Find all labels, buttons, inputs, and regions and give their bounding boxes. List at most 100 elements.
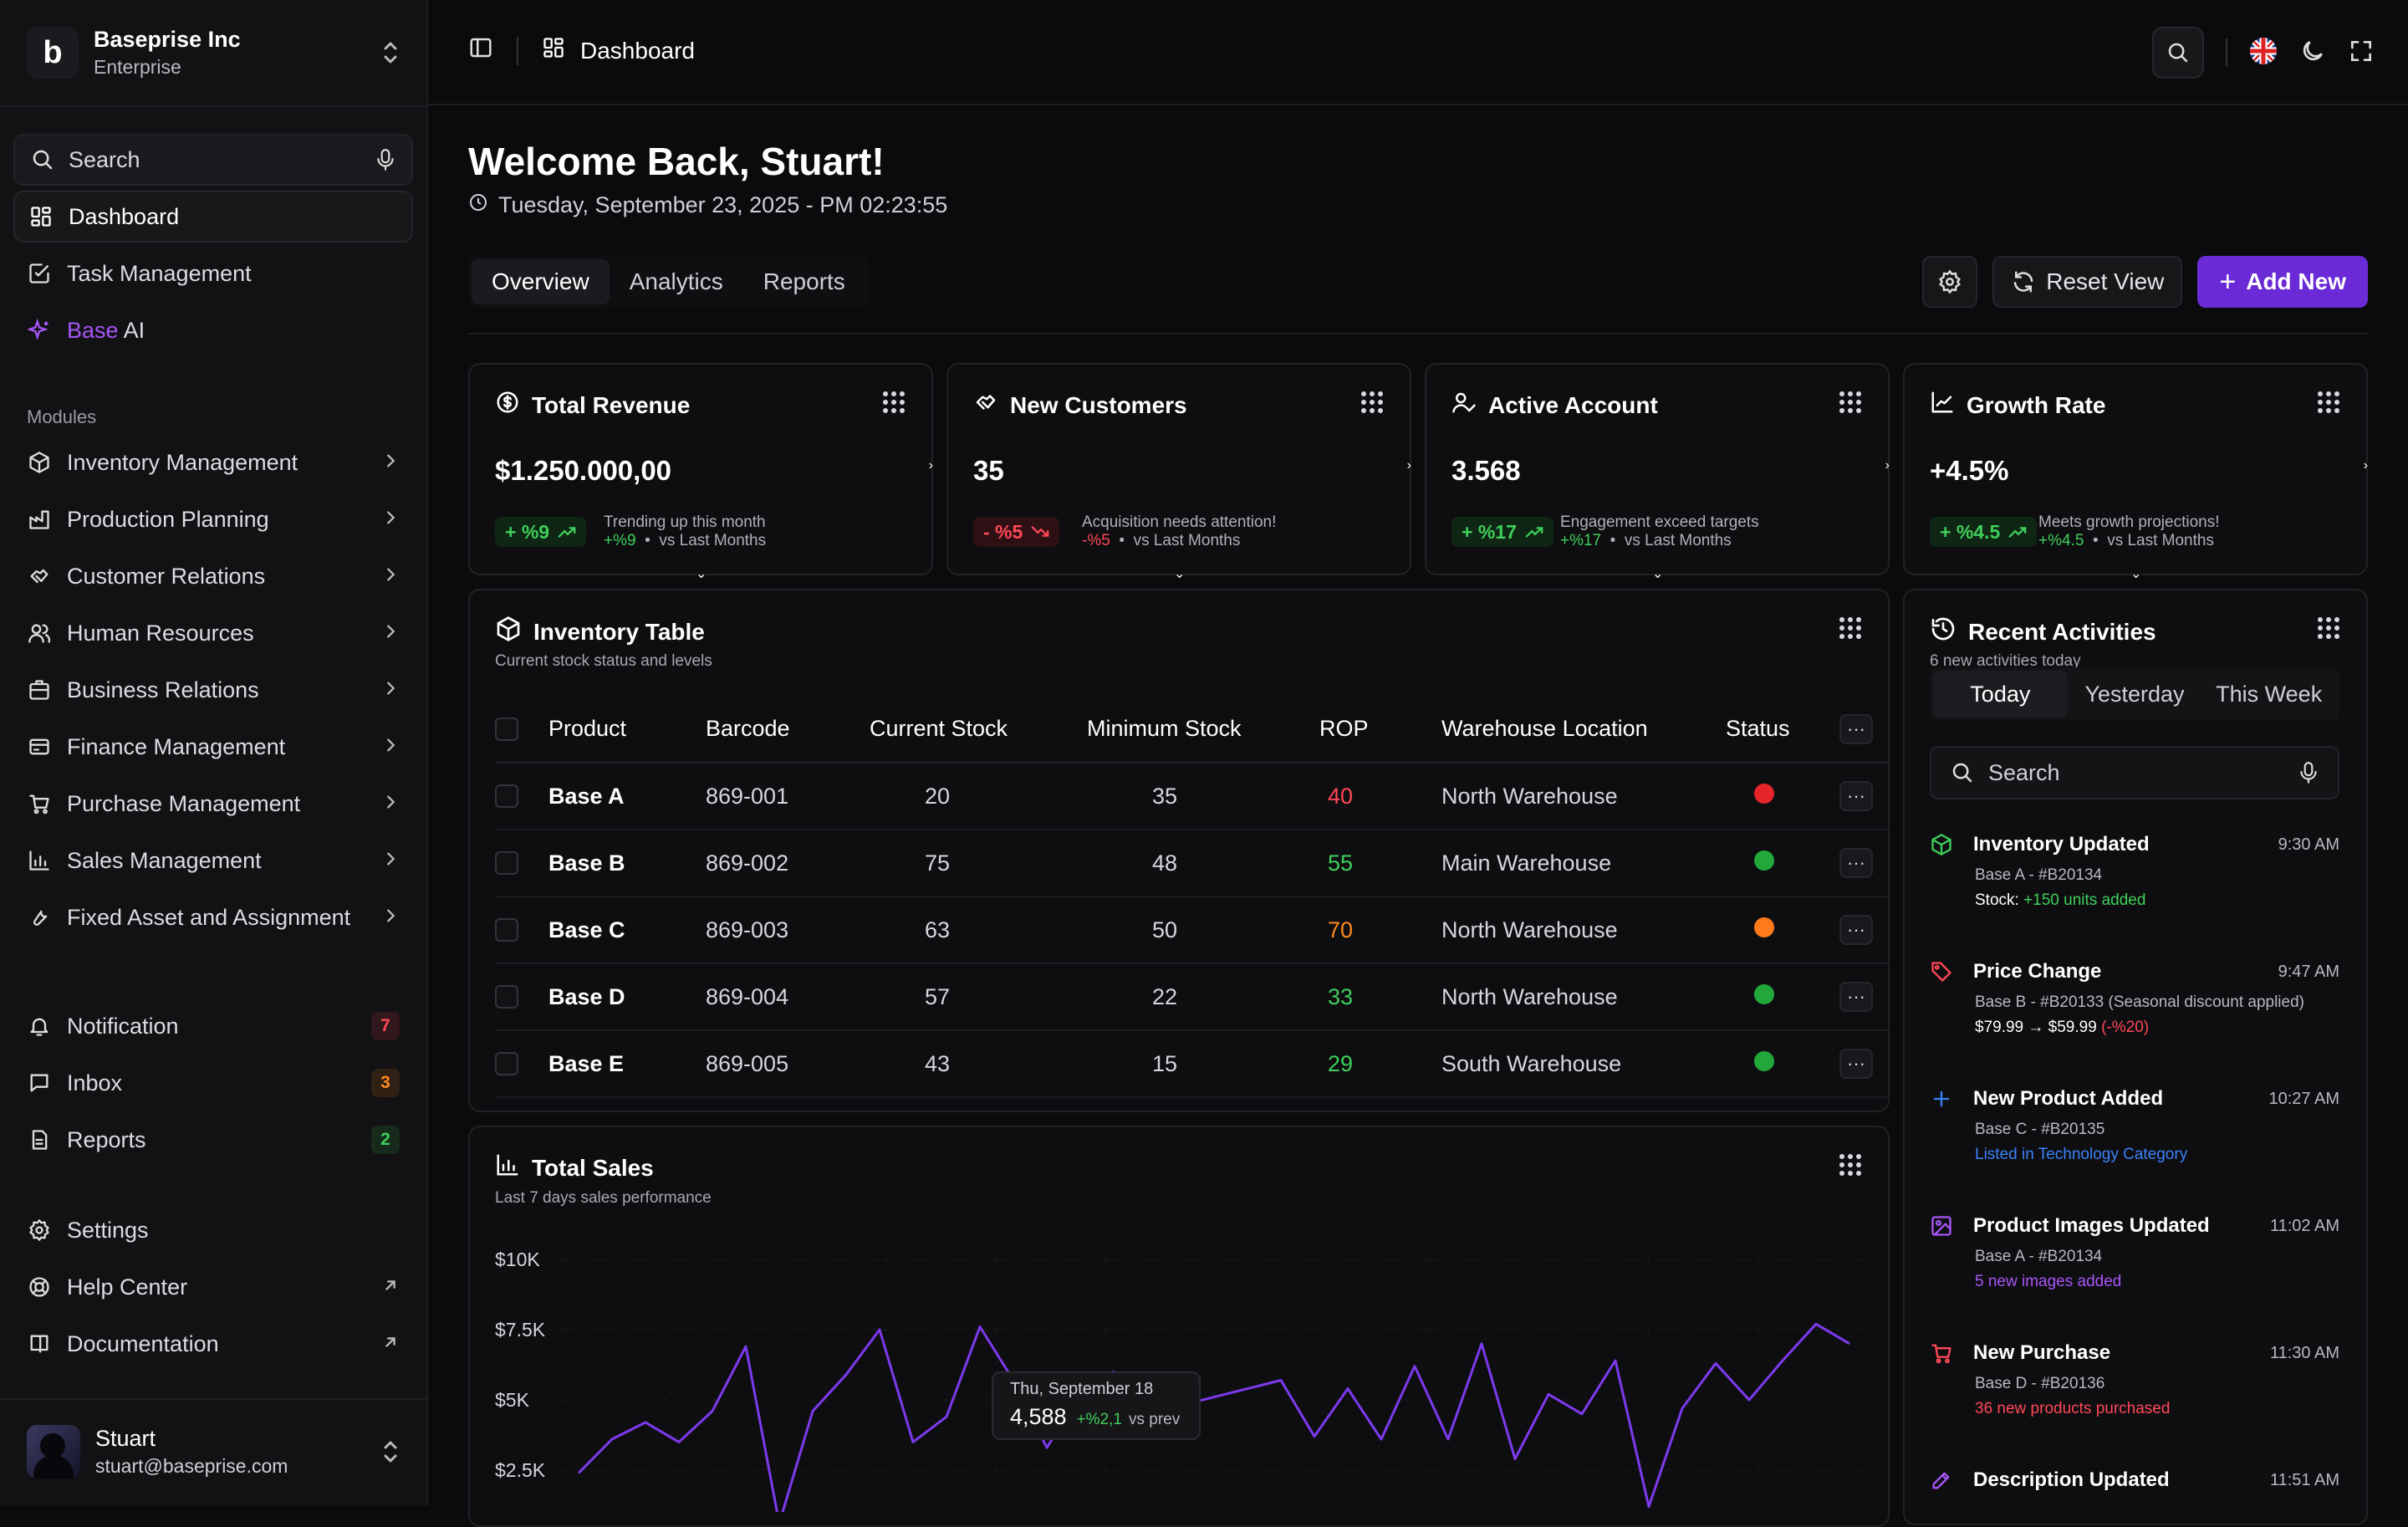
search-button[interactable] [2152,27,2204,79]
sidebar-item-inbox[interactable]: Inbox 3 [13,1057,413,1109]
sidebar-item-finance-management[interactable]: Finance Management [13,721,413,773]
more-icon[interactable]: ··· [1839,982,1873,1012]
sidebar-item-label: Customer Relations [67,563,266,589]
product-cell: Base B [548,830,706,897]
row-checkbox[interactable] [495,851,518,875]
column-header[interactable]: ROP [1319,696,1441,764]
drag-handle-icon[interactable] [1361,391,1383,413]
uk-flag-icon[interactable] [2249,37,2278,69]
breadcrumb-label[interactable]: Dashboard [580,38,695,64]
activities-title: Recent Activities [1968,618,2156,645]
drag-handle-icon[interactable] [1839,391,1861,413]
sidebar-item-customer-relations[interactable]: Customer Relations [13,550,413,602]
status-dot [1754,983,1774,1004]
column-header[interactable]: Product [548,696,706,764]
more-icon[interactable]: ··· [1839,781,1873,811]
sidebar-item-business-relations[interactable]: Business Relations [13,664,413,716]
location-cell: South Warehouse [1441,1030,1726,1098]
drag-handle-icon[interactable] [1839,617,1861,639]
select-all-checkbox[interactable] [495,717,518,741]
tab-yesterday[interactable]: Yesterday [2068,671,2202,718]
more-icon[interactable]: ··· [1839,848,1873,878]
fullscreen-icon[interactable] [2348,38,2375,69]
kpi-card[interactable]: New Customers 35 - %5 Acquisition needs … [946,363,1411,581]
table-row[interactable]: Base C 869-003 63 50 70 North Warehouse … [495,896,1890,964]
table-row[interactable]: Base E 869-005 43 15 29 South Warehouse … [495,1030,1890,1098]
product-cell: Base A [548,763,706,830]
sidebar-toggle-icon[interactable] [468,35,493,66]
sidebar-item-help-center[interactable]: Help Center [13,1261,413,1313]
drag-handle-icon[interactable] [883,391,905,413]
user-menu[interactable]: Stuart stuart@baseprise.com [27,1422,403,1482]
column-header[interactable]: Status [1726,696,1839,764]
moon-icon[interactable] [2299,38,2326,69]
row-checkbox[interactable] [495,784,518,808]
activity-title: Product Images Updated [1973,1214,2210,1237]
column-header[interactable]: Barcode [706,696,870,764]
kpi-delta: + %4.5 [1940,520,2001,543]
row-checkbox[interactable] [495,918,518,942]
org-switcher[interactable]: b Baseprise Inc Enterprise [27,25,403,80]
sidebar-item-settings[interactable]: Settings [13,1204,413,1256]
list-item[interactable]: Inventory Updated 9:30 AM Base A - #B201… [1930,833,2339,910]
sidebar-item-inventory-management[interactable]: Inventory Management [13,437,413,488]
sidebar-item-fixed-asset-and-assignment[interactable]: Fixed Asset and Assignment [13,891,413,943]
more-icon[interactable]: ··· [1839,1049,1873,1079]
grid-icon [542,36,565,65]
more-icon[interactable]: ··· [1839,915,1873,945]
activity-time: 9:30 AM [2278,835,2339,854]
tab-this-week[interactable]: This Week [2201,671,2336,718]
sidebar-item-dashboard[interactable]: Dashboard [13,191,413,243]
sidebar-item-purchase-management[interactable]: Purchase Management [13,778,413,830]
tab-reports[interactable]: Reports [743,259,865,304]
column-header[interactable]: Minimum Stock [1087,696,1319,764]
divider [0,1398,428,1400]
table-row[interactable]: Base A 869-001 20 35 40 North Warehouse … [495,763,1890,830]
row-checkbox[interactable] [495,1052,518,1075]
microphone-icon[interactable] [2298,760,2319,785]
drag-handle-icon[interactable] [2318,391,2339,413]
y-tick-label: $5K [495,1389,530,1411]
column-header[interactable]: Current Stock [870,696,1087,764]
sidebar-item-notification[interactable]: Notification 7 [13,1000,413,1052]
sidebar-item-base-ai[interactable]: Base AI [13,304,413,356]
column-header[interactable]: Warehouse Location [1441,696,1726,764]
add-new-button[interactable]: + Add New [2197,256,2368,308]
reset-view-button[interactable]: Reset View [1992,256,2183,308]
trend-up-icon [558,525,576,539]
list-item[interactable]: Price Change 9:47 AM Base B - #B20133 (S… [1930,960,2339,1037]
tab-analytics[interactable]: Analytics [610,259,743,304]
tab-overview[interactable]: Overview [472,259,610,304]
kpi-card[interactable]: Active Account 3.568 + %17 Engagement ex… [1425,363,1890,581]
table-row[interactable]: Base D 869-004 57 22 33 North Warehouse … [495,963,1890,1031]
kpi-delta-badge: + %4.5 [1930,517,2038,547]
sidebar-item-task-management[interactable]: Task Management [13,248,413,299]
kpi-card[interactable]: Total Revenue $1.250.000,00 + %9 Trendin… [468,363,933,581]
settings-button[interactable] [1922,256,1978,308]
list-item[interactable]: New Product Added 10:27 AM Base C - #B20… [1930,1087,2339,1164]
sales-line-chart[interactable]: $10K $7.5K $5K $2.5K [470,1127,1891,1512]
list-item[interactable]: New Purchase 11:30 AM Base D - #B20136 36… [1930,1341,2339,1418]
trend-down-icon [1031,525,1049,539]
sidebar-item-reports[interactable]: Reports 2 [13,1114,413,1166]
sidebar-item-documentation[interactable]: Documentation [13,1318,413,1370]
sidebar-item-production-planning[interactable]: Production Planning [13,493,413,545]
drag-handle-icon[interactable] [2318,617,2339,639]
sidebar-search[interactable]: Search [13,134,413,186]
sidebar-item-human-resources[interactable]: Human Resources [13,607,413,659]
row-checkbox[interactable] [495,985,518,1009]
table-row[interactable]: Base B 869-002 75 48 55 Main Warehouse ·… [495,830,1890,897]
add-new-label: Add New [2246,268,2346,294]
tab-today[interactable]: Today [1933,671,2068,718]
sidebar-item-label: Documentation [67,1330,219,1356]
list-item[interactable]: Product Images Updated 11:02 AM Base A -… [1930,1214,2339,1291]
microphone-icon[interactable] [375,147,396,172]
sidebar-item-sales-management[interactable]: Sales Management [13,835,413,886]
tooltip-compare: vs prev [1128,1411,1181,1428]
kpi-card[interactable]: Growth Rate +4.5% + %4.5 Meets growth pr… [1903,363,2368,581]
more-icon[interactable]: ··· [1839,713,1873,744]
activities-search-input[interactable]: Search [1930,746,2339,799]
list-item[interactable]: Description Updated 11:51 AM [1930,1468,2339,1492]
barcode-cell: 869-003 [706,896,870,964]
sidebar-item-label: Dashboard [69,203,180,229]
